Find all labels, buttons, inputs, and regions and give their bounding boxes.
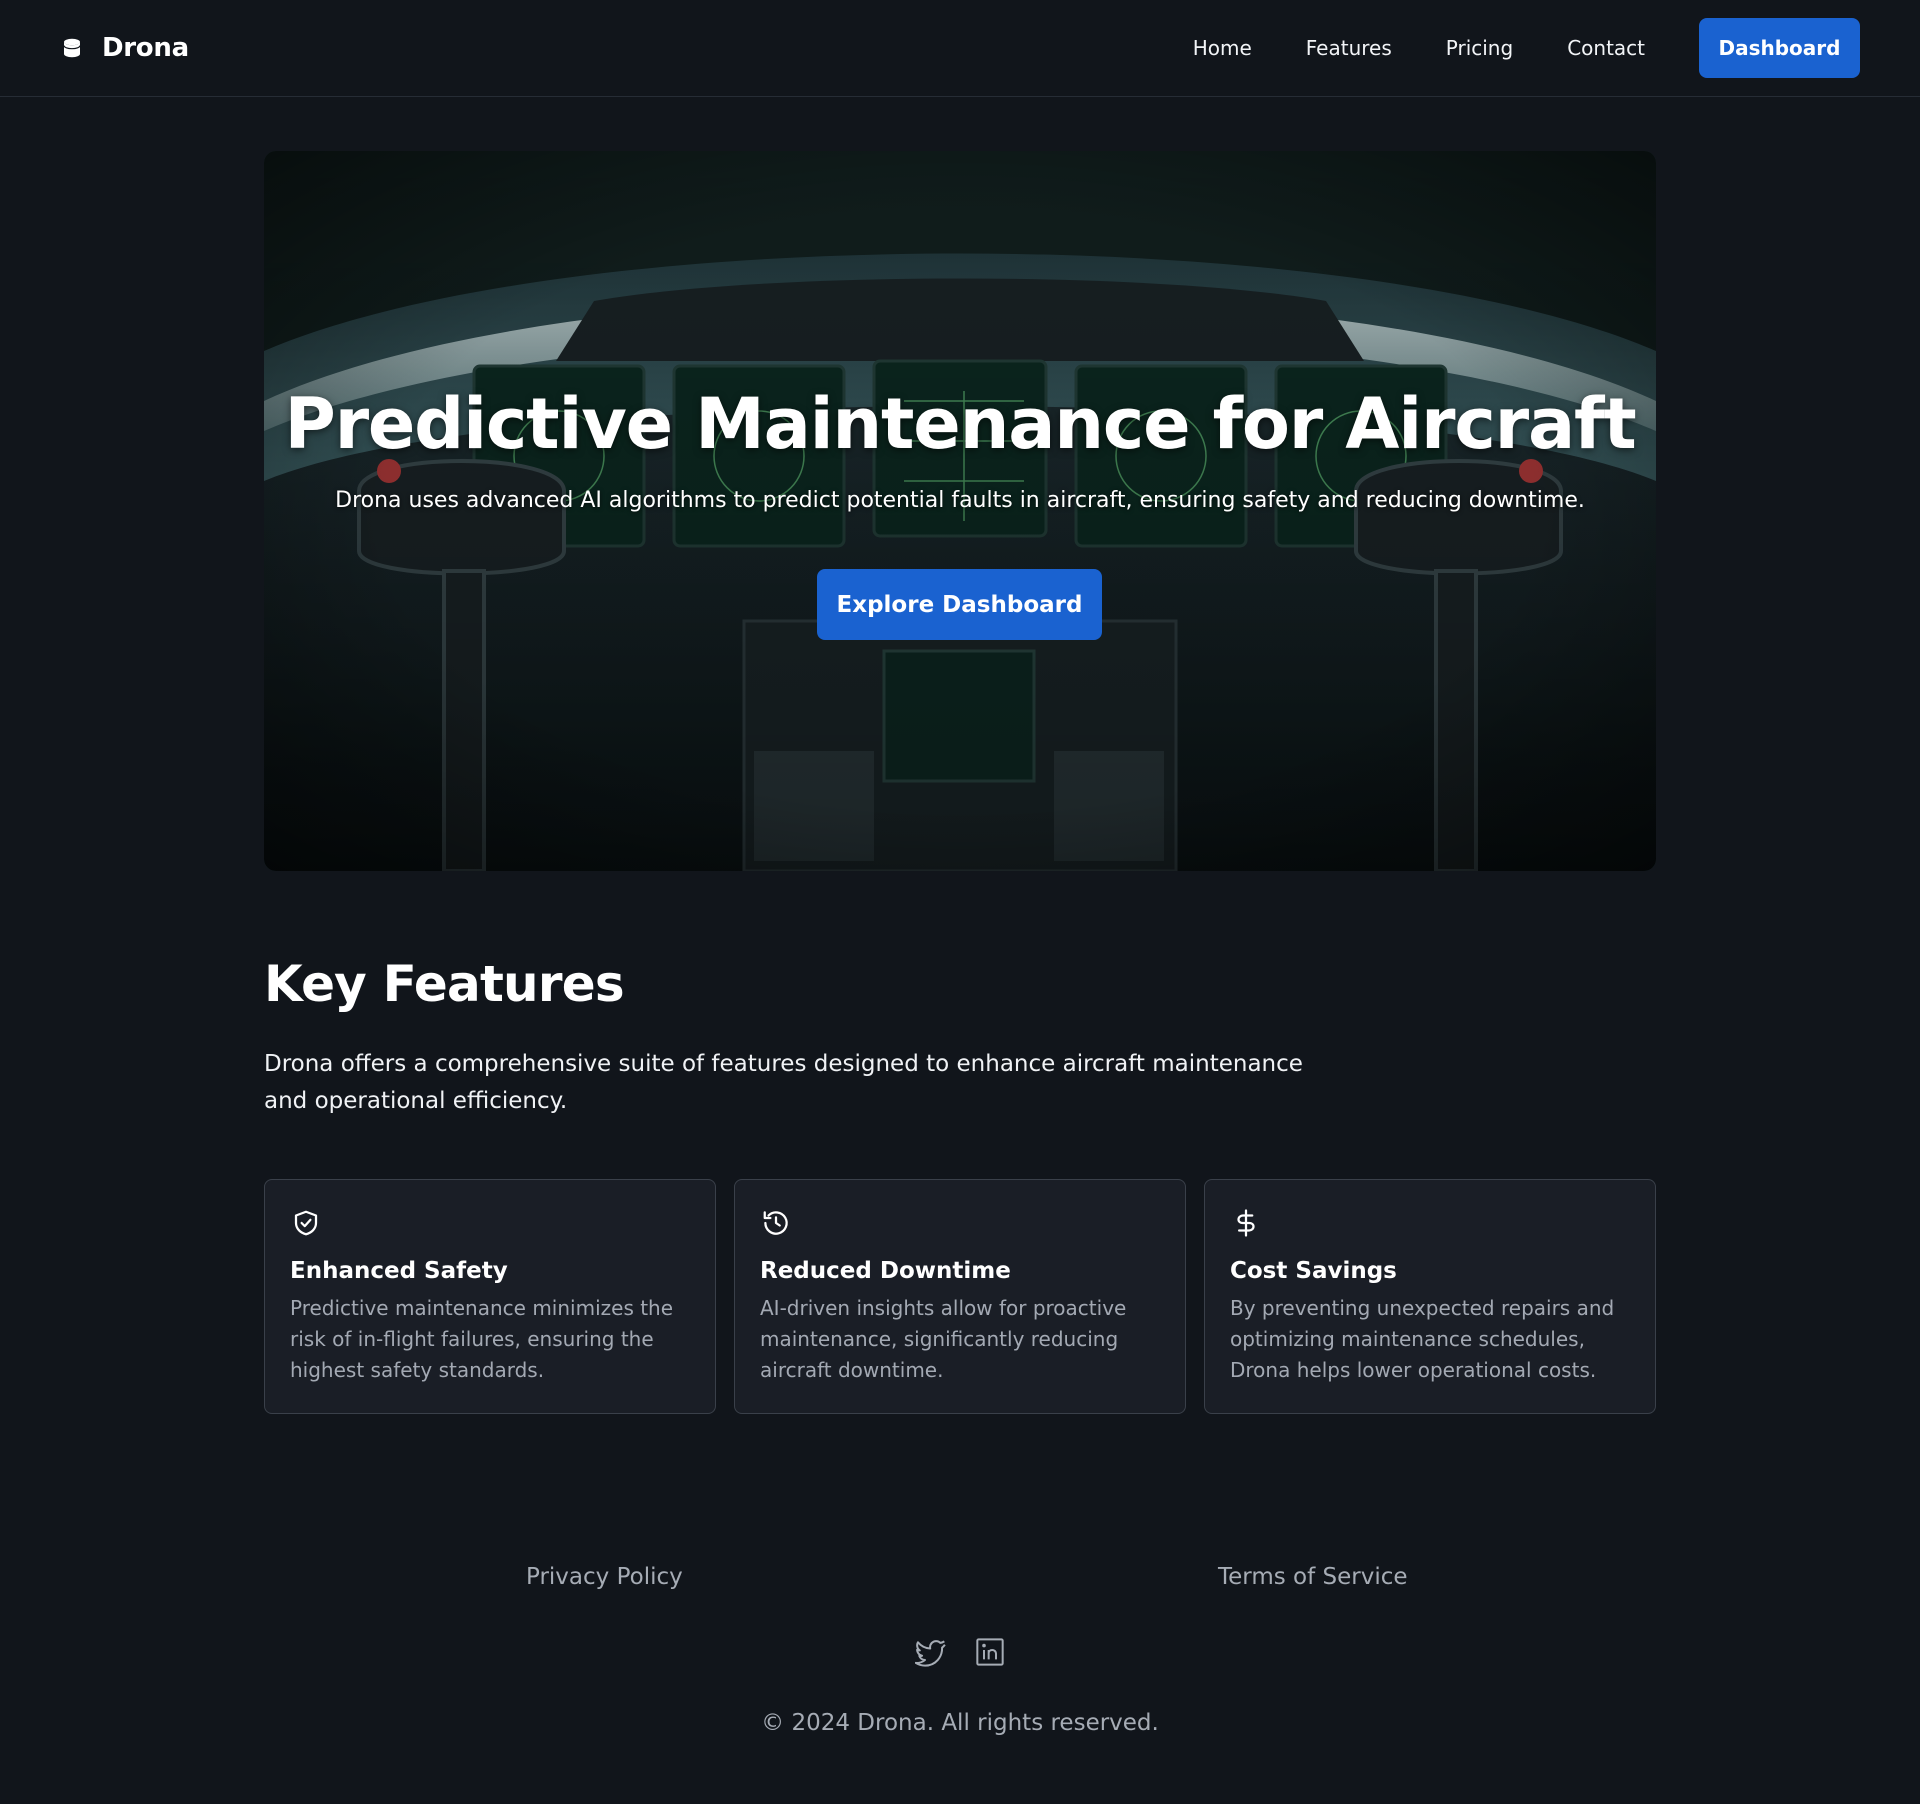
feature-title: Cost Savings xyxy=(1230,1258,1397,1284)
feature-card-downtime: Reduced Downtime AI-driven insights allo… xyxy=(734,1179,1186,1414)
feature-text: AI-driven insights allow for proactive m… xyxy=(760,1296,1127,1382)
dashboard-button[interactable]: Dashboard xyxy=(1699,18,1860,78)
twitter-link[interactable] xyxy=(915,1636,947,1668)
features-description: Drona offers a comprehensive suite of fe… xyxy=(264,1051,1303,1114)
feature-card-safety: Enhanced Safety Predictive maintenance m… xyxy=(264,1179,716,1414)
hero-subtitle: Drona uses advanced AI algorithms to pre… xyxy=(335,488,1585,513)
shield-check-icon xyxy=(294,1210,318,1236)
nav-home[interactable]: Home xyxy=(1193,36,1252,60)
twitter-icon xyxy=(915,1640,946,1667)
database-icon xyxy=(63,38,81,58)
brand-name: Drona xyxy=(102,33,189,63)
hero-content: Predictive Maintenance for Aircraft Dron… xyxy=(264,151,1656,871)
feature-card-cost: Cost Savings By preventing unexpected re… xyxy=(1204,1179,1656,1414)
terms-of-service-link[interactable]: Terms of Service xyxy=(1218,1564,1408,1590)
explore-dashboard-button[interactable]: Explore Dashboard xyxy=(817,569,1102,640)
main-nav: Home Features Pricing Contact Dashboard xyxy=(1193,18,1860,78)
feature-cards: Enhanced Safety Predictive maintenance m… xyxy=(264,1179,1656,1414)
site-header: Drona Home Features Pricing Contact Dash… xyxy=(0,0,1920,97)
nav-features[interactable]: Features xyxy=(1306,36,1392,60)
nav-contact[interactable]: Contact xyxy=(1567,36,1645,60)
hero-title: Predictive Maintenance for Aircraft xyxy=(284,383,1636,465)
nav-pricing[interactable]: Pricing xyxy=(1446,36,1513,60)
linkedin-icon xyxy=(976,1638,1004,1666)
privacy-policy-link[interactable]: Privacy Policy xyxy=(526,1564,683,1590)
features-heading: Key Features xyxy=(264,955,625,1013)
feature-text: Predictive maintenance minimizes the ris… xyxy=(290,1296,674,1382)
feature-title: Enhanced Safety xyxy=(290,1258,508,1284)
brand-logo[interactable]: Drona xyxy=(60,30,189,66)
feature-text: By preventing unexpected repairs and opt… xyxy=(1230,1296,1615,1382)
dollar-icon xyxy=(1237,1209,1255,1237)
linkedin-link[interactable] xyxy=(974,1636,1006,1668)
feature-title: Reduced Downtime xyxy=(760,1258,1011,1284)
copyright-text: © 2024 Drona. All rights reserved. xyxy=(761,1710,1159,1736)
history-icon xyxy=(763,1211,788,1235)
hero-banner: Predictive Maintenance for Aircraft Dron… xyxy=(264,151,1656,871)
